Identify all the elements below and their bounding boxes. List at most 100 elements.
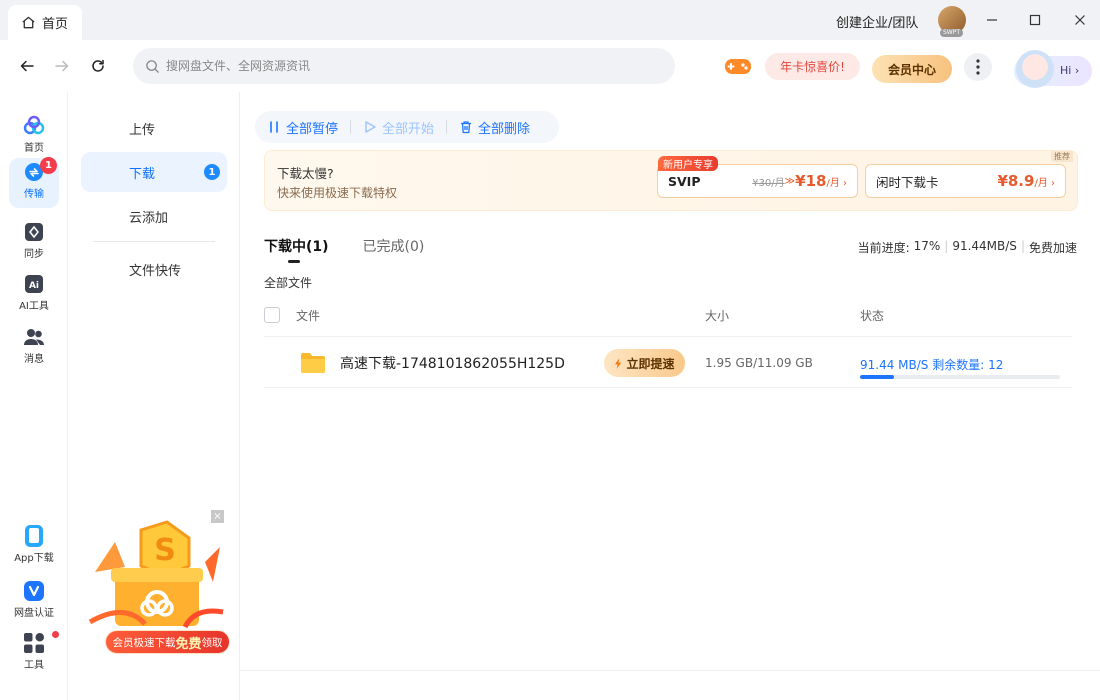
delete-all-label: 全部删除 [478, 121, 531, 137]
ai-tools-icon: Ai [25, 275, 43, 293]
arrow-right-icon [55, 60, 69, 72]
left-rail: 首页 传输 1 同步 Ai AI工具 消息 App下载 网盘认证 工具 [0, 92, 68, 700]
pause-icon [270, 121, 278, 133]
rail-item-verify[interactable]: 网盘认证 [0, 577, 68, 625]
sync-icon [25, 223, 43, 241]
more-button[interactable] [964, 53, 992, 81]
maximize-icon [1029, 14, 1041, 26]
tab-downloading[interactable]: 下载中(1) [264, 236, 329, 263]
file-size: 1.95 GB/11.09 GB [705, 356, 813, 370]
rail-label: 同步 [24, 249, 44, 260]
ad-cta-text: 会员极速下载 [112, 636, 176, 649]
rail-item-transfer[interactable]: 传输 1 [0, 157, 68, 208]
search-bar[interactable] [133, 48, 675, 84]
separator: | [944, 239, 949, 253]
rail-item-home[interactable]: 首页 [0, 112, 68, 160]
tab-home-label: 首页 [42, 17, 69, 32]
svip-old-price: ¥30/月 [752, 177, 785, 189]
rail-label: 消息 [24, 354, 44, 365]
rail-item-ai-tools[interactable]: Ai AI工具 [0, 270, 68, 318]
verify-icon [24, 581, 44, 601]
subnav-divider [93, 241, 215, 242]
file-progress-fill [860, 375, 894, 379]
refresh-button[interactable] [88, 56, 108, 76]
forward-button[interactable] [52, 56, 72, 76]
close-button[interactable] [1070, 10, 1090, 30]
all-files-breadcrumb[interactable]: 全部文件 [264, 274, 312, 291]
tools-dot-badge [52, 631, 59, 638]
transfer-subnav: 上传 下载 1 云添加 文件快传 S 会员极速下载 免费 领取 × [69, 92, 240, 700]
download-count-badge: 1 [204, 164, 220, 180]
maximize-button[interactable] [1025, 10, 1045, 30]
free-boost-link[interactable]: 免费加速 [1029, 239, 1077, 256]
subnav-item-quick-transfer[interactable]: 文件快传 [81, 249, 227, 289]
progress-speed: 91.44MB/S [952, 239, 1017, 253]
svip-name: SVIP [668, 173, 701, 189]
assistant-avatar[interactable] [1016, 50, 1054, 88]
rail-item-sync[interactable]: 同步 [0, 218, 68, 266]
rail-item-app-download[interactable]: App下载 [0, 522, 68, 570]
new-user-tag: 新用户专享 [658, 156, 718, 171]
nav-bar: 年卡惊喜价! 会员中心 Hi › [0, 40, 1100, 92]
message-icon [24, 329, 44, 345]
pause-all-button[interactable]: 全部暂停 [265, 118, 340, 137]
progress-percent: 17% [913, 239, 941, 253]
app-window: 首页 创建企业/团队 SWPT 搜网盘文件、全网资源资讯 年卡惊喜价! 会员中心… [0, 0, 1100, 700]
column-size: 大小 [705, 309, 730, 323]
table-row[interactable]: 高速下载-1748101862055H125D 立即提速 1.95 GB/11.… [264, 338, 1072, 388]
lightning-icon [615, 357, 622, 369]
promo-ad[interactable]: S 会员极速下载 免费 领取 [85, 512, 230, 662]
subnav-item-download[interactable]: 下载 1 [81, 152, 227, 192]
subnav-item-upload[interactable]: 上传 [81, 108, 227, 148]
ad-claim-button[interactable]: 会员极速下载 免费 领取 [105, 630, 230, 654]
tab-home[interactable]: 首页 [8, 5, 82, 40]
minimize-button[interactable] [982, 10, 1002, 30]
assistant-hi-label: Hi › [1060, 64, 1080, 77]
search-input[interactable] [166, 59, 646, 73]
subnav-label: 文件快传 [129, 263, 182, 279]
minimize-icon [987, 19, 997, 21]
ad-close-button[interactable]: × [211, 510, 224, 523]
idle-card-price: ¥8.9 [997, 172, 1035, 190]
cloud-logo-icon [23, 115, 45, 135]
transfer-badge: 1 [40, 157, 57, 174]
rail-label: AI工具 [19, 301, 49, 312]
file-name: 高速下载-1748101862055H125D [340, 356, 565, 372]
tab-completed[interactable]: 已完成(0) [363, 236, 425, 256]
banner-subtitle: 快来使用极速下载特权 [277, 186, 398, 200]
folder-icon [301, 353, 325, 373]
rail-item-tools[interactable]: 工具 [0, 629, 68, 677]
start-all-button[interactable]: 全部开始 [361, 118, 436, 137]
subnav-label: 云添加 [129, 210, 169, 226]
more-vertical-icon [976, 59, 980, 75]
create-enterprise-link[interactable]: 创建企业/团队 [836, 12, 918, 31]
user-avatar[interactable]: SWPT [938, 6, 966, 37]
gamepad-icon[interactable] [724, 54, 752, 78]
back-button[interactable] [17, 56, 37, 76]
delete-all-button[interactable]: 全部删除 [457, 118, 532, 137]
svip-price-unit: /月 › [826, 177, 847, 189]
play-icon [365, 121, 376, 133]
file-status: 91.44 MB/S 剩余数量: 12 [860, 358, 1004, 372]
svg-text:Ai: Ai [29, 281, 39, 291]
svip-arrow: ≫ [784, 175, 796, 187]
speed-up-button[interactable]: 立即提速 [604, 349, 685, 377]
vip-center-button[interactable]: 会员中心 [872, 55, 952, 83]
separator: | [1020, 239, 1025, 253]
idle-download-card[interactable]: 闲时下载卡 ¥8.9 /月 › [865, 164, 1066, 198]
title-bar: 首页 创建企业/团队 SWPT [0, 0, 1100, 40]
svip-price: ¥18 [795, 172, 827, 190]
rail-item-messages[interactable]: 消息 [0, 323, 68, 371]
refresh-icon [92, 59, 104, 72]
toolbar-separator [350, 120, 352, 134]
close-icon [1075, 15, 1085, 25]
rail-label: App下载 [14, 553, 54, 564]
annual-promo-button[interactable]: 年卡惊喜价! [765, 53, 860, 80]
subnav-label: 上传 [129, 122, 156, 138]
idle-card-name: 闲时下载卡 [876, 174, 939, 190]
subnav-item-cloud-add[interactable]: 云添加 [81, 196, 227, 236]
arrow-left-icon [20, 60, 34, 72]
subnav-label: 下载 [129, 166, 156, 182]
tools-icon [24, 633, 44, 653]
select-all-checkbox[interactable] [264, 307, 280, 323]
